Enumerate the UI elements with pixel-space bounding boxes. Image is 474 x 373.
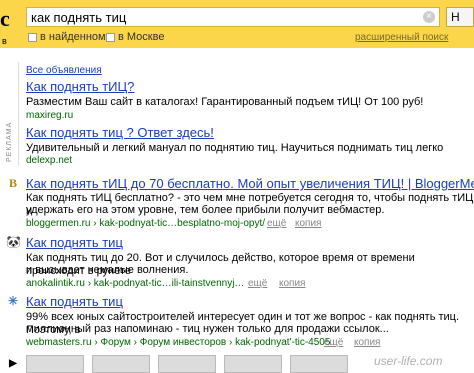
- ad-url[interactable]: delexp.net: [26, 155, 72, 166]
- logo[interactable]: c: [0, 6, 10, 32]
- checkbox[interactable]: [106, 32, 115, 42]
- logo-sub: в: [2, 36, 7, 46]
- video-thumbnail[interactable]: [26, 355, 84, 373]
- option-moscow[interactable]: в Москве: [106, 31, 164, 43]
- option-label: в найденном: [40, 31, 106, 43]
- result-title[interactable]: Как поднять тиц: [26, 294, 123, 309]
- ad-url[interactable]: maxireg.ru: [26, 110, 73, 121]
- more-link[interactable]: ещё: [267, 218, 286, 229]
- ad-title[interactable]: Как поднять тИЦ?: [26, 79, 134, 94]
- result-title[interactable]: Как поднять тиц: [26, 235, 123, 250]
- search-button[interactable]: Н: [446, 7, 474, 27]
- result-snippet: миллионный раз напоминаю - тиц нужен тол…: [26, 323, 389, 335]
- copy-link[interactable]: копия: [354, 337, 380, 348]
- search-value[interactable]: как поднять тиц: [31, 10, 126, 25]
- copy-link[interactable]: копия: [279, 278, 305, 289]
- webmasters-icon: ✳: [7, 294, 19, 308]
- ad-title[interactable]: Как поднять тиц ? Ответ здесь!: [26, 125, 214, 140]
- search-input[interactable]: как поднять тиц ×: [26, 7, 440, 27]
- video-thumbnail[interactable]: [224, 355, 282, 373]
- video-thumbnail[interactable]: [92, 355, 150, 373]
- advanced-search-link[interactable]: расширенный поиск: [355, 32, 448, 43]
- checkbox[interactable]: [28, 32, 37, 42]
- ads-label: РЕКЛАМА: [6, 121, 13, 162]
- option-label: в Москве: [118, 31, 165, 43]
- copy-link[interactable]: копия: [295, 218, 321, 229]
- search-header: c в как поднять тиц × Н в найденном в Мо…: [0, 0, 474, 48]
- result-snippet: и вызывает немалые волнения.: [26, 264, 189, 276]
- watermark: user-life.com: [374, 354, 443, 368]
- ad-snippet: Удивительный и легкий мануал по поднятию…: [26, 142, 444, 154]
- more-link[interactable]: ещё: [324, 337, 343, 348]
- bloggermen-icon: B: [8, 176, 17, 190]
- result-snippet: удержать его на этом уровне, тем более п…: [26, 204, 385, 216]
- panda-icon: 🐼: [6, 235, 21, 249]
- result-title[interactable]: Как поднять тИЦ до 70 бесплатно. Мой опы…: [26, 176, 474, 191]
- more-link[interactable]: ещё: [248, 278, 267, 289]
- ad-snippet: Разместим Ваш сайт в каталогах! Гарантир…: [26, 96, 424, 108]
- option-in-found[interactable]: в найденном: [28, 31, 106, 43]
- video-thumbnail[interactable]: [290, 355, 348, 373]
- result-url[interactable]: webmasters.ru › Форум › Форум инвесторов…: [26, 337, 330, 348]
- clear-icon[interactable]: ×: [423, 11, 435, 23]
- play-icon: ▶: [9, 358, 17, 369]
- video-thumbnail[interactable]: [158, 355, 216, 373]
- result-url[interactable]: bloggermen.ru › kak-podnyat-tic…besplatn…: [26, 218, 265, 229]
- all-ads-link[interactable]: Все объявления: [26, 65, 102, 76]
- result-url[interactable]: anokalintik.ru › kak-podnyat-tic…ili-tai…: [26, 278, 244, 289]
